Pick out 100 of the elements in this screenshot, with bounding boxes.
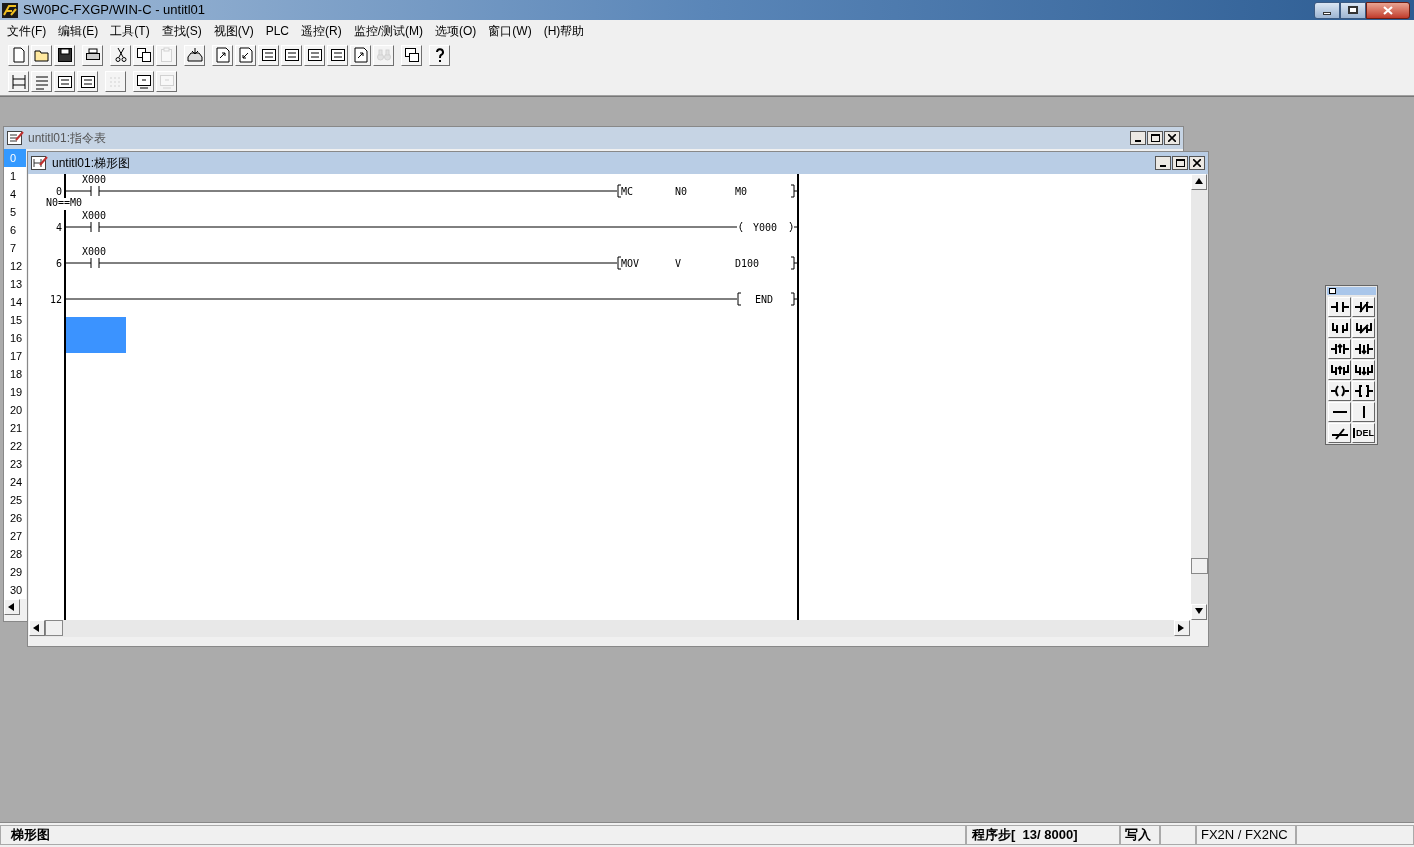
toolbar-button[interactable] <box>281 44 302 66</box>
step-row[interactable]: 29 <box>4 563 26 581</box>
toolbar-button[interactable] <box>77 71 98 92</box>
triangle-right-icon <box>1178 624 1186 632</box>
menu-item[interactable]: 选项(O) <box>431 22 481 40</box>
contact-symbol <box>90 185 100 197</box>
status-step-count: 程序步[ 13/ 8000] <box>966 825 1120 845</box>
close-button[interactable] <box>1164 131 1180 145</box>
scroll-thumb[interactable] <box>1191 558 1208 574</box>
step-row[interactable]: 27 <box>4 527 26 545</box>
step-row[interactable]: 21 <box>4 419 26 437</box>
toolbar-button[interactable] <box>54 44 75 66</box>
palette-button[interactable] <box>1352 297 1375 317</box>
ladder-icon <box>10 73 27 90</box>
step-row[interactable]: 24 <box>4 473 26 491</box>
step-row[interactable]: 7 <box>4 239 26 257</box>
step-row[interactable]: 5 <box>4 203 26 221</box>
toolbar-button[interactable] <box>429 44 450 66</box>
toolbar-button[interactable] <box>258 44 279 66</box>
palette-button[interactable] <box>1328 402 1351 422</box>
step-row[interactable]: 18 <box>4 365 26 383</box>
toolbar-button[interactable] <box>212 44 233 66</box>
symbol-box-icon <box>56 73 73 90</box>
palette-button[interactable] <box>1352 339 1375 359</box>
toolbar-button[interactable] <box>235 44 256 66</box>
step-row[interactable]: 20 <box>4 401 26 419</box>
step-row[interactable]: 26 <box>4 509 26 527</box>
minimize-button[interactable] <box>1130 131 1146 145</box>
scroll-up-button[interactable] <box>1191 174 1207 190</box>
maximize-button[interactable] <box>1172 156 1188 170</box>
toolbar-button[interactable] <box>350 44 371 66</box>
scroll-down-button[interactable] <box>1191 604 1207 620</box>
vertical-scrollbar[interactable] <box>1191 174 1208 620</box>
toolbar-button[interactable] <box>184 44 205 66</box>
step-row[interactable]: 13 <box>4 275 26 293</box>
close-icon <box>1383 5 1393 15</box>
step-row[interactable]: 23 <box>4 455 26 473</box>
palette-button[interactable] <box>1328 360 1351 380</box>
step-row[interactable]: 28 <box>4 545 26 563</box>
step-row[interactable]: 4 <box>4 185 26 203</box>
palette-button[interactable] <box>1352 402 1375 422</box>
step-row[interactable]: 19 <box>4 383 26 401</box>
palette-button[interactable]: DEL <box>1352 423 1375 443</box>
close-button[interactable] <box>1366 1 1410 19</box>
step-row[interactable]: 16 <box>4 329 26 347</box>
scroll-left-button[interactable] <box>4 599 20 615</box>
palette-button[interactable] <box>1328 297 1351 317</box>
step-row[interactable]: 1 <box>4 167 26 185</box>
menu-item[interactable]: 工具(T) <box>106 22 154 40</box>
menu-item[interactable]: 窗口(W) <box>484 22 536 40</box>
menu-item[interactable]: 监控/测试(M) <box>349 22 427 40</box>
step-number: 12 <box>49 294 62 305</box>
step-row[interactable]: 12 <box>4 257 26 275</box>
step-number: 4 <box>55 222 62 233</box>
horizontal-scrollbar[interactable] <box>29 620 1190 637</box>
palette-button[interactable] <box>1328 318 1351 338</box>
step-row[interactable]: 30 <box>4 581 26 599</box>
menu-item[interactable]: 文件(F) <box>3 22 51 40</box>
palette-button[interactable] <box>1328 381 1351 401</box>
minimize-button[interactable] <box>1155 156 1171 170</box>
palette-button[interactable] <box>1328 423 1351 443</box>
toolbar-button[interactable] <box>401 44 422 66</box>
menu-item[interactable]: PLC <box>261 22 293 40</box>
maximize-button[interactable] <box>1340 1 1366 19</box>
toolbar-button[interactable] <box>133 71 154 92</box>
maximize-button[interactable] <box>1147 131 1163 145</box>
minimize-button[interactable] <box>1314 1 1340 19</box>
step-number: 6 <box>55 258 62 269</box>
toolbar-button[interactable] <box>304 44 325 66</box>
toolbar-button[interactable] <box>327 44 348 66</box>
symbol-box-icon <box>306 47 323 63</box>
instruction-text: MC <box>621 186 634 197</box>
scroll-left-button[interactable] <box>29 620 45 636</box>
palette-button[interactable] <box>1352 360 1375 380</box>
palette-menu-icon <box>1329 288 1336 294</box>
toolbar-button[interactable] <box>82 44 103 66</box>
menu-item[interactable]: 查找(S) <box>157 22 206 40</box>
scroll-right-button[interactable] <box>1174 620 1190 636</box>
menu-item[interactable]: 编辑(E) <box>54 22 103 40</box>
comment-text: N0==M0 <box>46 197 83 208</box>
palette-button[interactable] <box>1328 339 1351 359</box>
menu-item[interactable]: 视图(V) <box>209 22 258 40</box>
operand-text: Y000 <box>753 222 778 233</box>
palette-button[interactable] <box>1352 318 1375 338</box>
step-row[interactable]: 15 <box>4 311 26 329</box>
printer-icon <box>84 47 101 63</box>
scroll-thumb[interactable] <box>45 620 63 636</box>
step-row[interactable]: 25 <box>4 491 26 509</box>
step-row[interactable]: 14 <box>4 293 26 311</box>
menu-item[interactable]: (H)帮助 <box>539 22 589 40</box>
step-row[interactable]: 17 <box>4 347 26 365</box>
toolbar-button[interactable] <box>54 71 75 92</box>
step-row[interactable]: 6 <box>4 221 26 239</box>
toolbar-button[interactable] <box>133 44 154 66</box>
maximize-icon <box>1175 159 1185 167</box>
close-button[interactable] <box>1189 156 1205 170</box>
menu-item[interactable]: 遥控(R) <box>297 22 346 40</box>
toolbar-button[interactable] <box>110 44 131 66</box>
step-row[interactable]: 22 <box>4 437 26 455</box>
palette-button[interactable] <box>1352 381 1375 401</box>
